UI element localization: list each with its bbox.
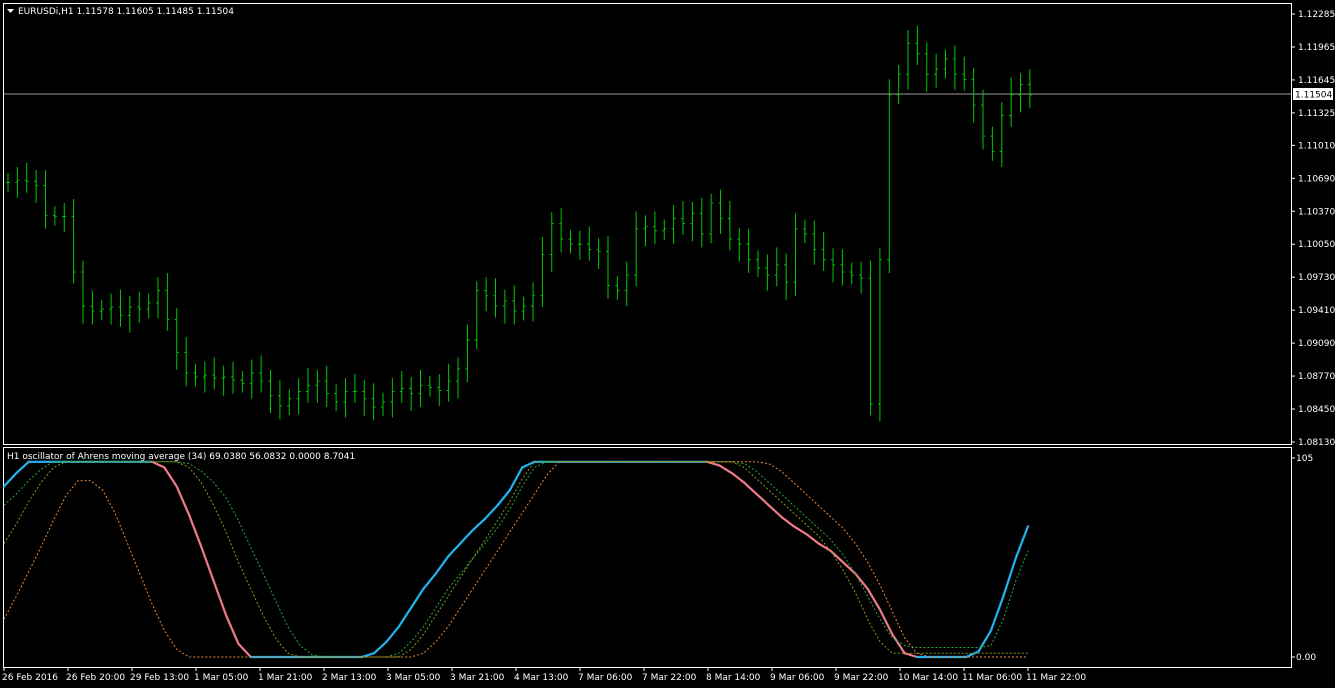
oscillator-main-segment [891, 633, 906, 655]
oscillator-main-segment [163, 466, 178, 488]
price-tick-label: 1.08450 [1298, 405, 1335, 415]
osc-tick-label: 0.00 [1296, 653, 1316, 663]
time-tick-label: 4 Mar 13:00 [514, 673, 569, 683]
oscillator-main-segment [854, 572, 869, 590]
oscillator-main-segment [755, 492, 771, 507]
oscillator-main-segment [373, 640, 388, 655]
time-tick-label: 11 Mar 22:00 [1026, 673, 1086, 683]
price-tick-label: 1.08130 [1298, 438, 1335, 448]
oscillator-signal-olive-line [3, 461, 1028, 658]
time-tick-label: 26 Feb 20:00 [66, 673, 125, 683]
oscillator-main-segment [989, 595, 1005, 632]
time-tick-label: 7 Mar 22:00 [642, 673, 697, 683]
oscillator-main-segment [150, 460, 166, 469]
price-tick-label: 1.10370 [1298, 207, 1335, 217]
oscillator-main-segment [792, 525, 808, 535]
oscillator-main-segment [780, 515, 795, 528]
oscillator-main-segment [15, 460, 30, 475]
oscillator-main-segment [718, 464, 734, 475]
price-tick-label: 1.11965 [1298, 43, 1335, 53]
oscillator-main-segment [200, 545, 215, 583]
oscillator-main-segment [397, 606, 413, 628]
last-price-value: 1.11504 [1295, 91, 1332, 101]
last-price-tag: 1.11504 [1293, 88, 1333, 101]
oscillator-main-segment [521, 460, 536, 469]
oscillator-main-segment [1014, 525, 1030, 560]
time-tick-label: 29 Feb 13:00 [130, 673, 189, 683]
oscillator-main-segment [410, 587, 425, 609]
triangle-down-icon[interactable] [7, 9, 14, 13]
oscillator-main-segment [422, 572, 437, 590]
oscillator-main-segment [237, 642, 252, 659]
oscillator-main-segment [360, 652, 376, 659]
price-tick-label: 1.12285 [1298, 10, 1335, 20]
oscillator-main-segment [730, 472, 746, 484]
time-tick-label: 1 Mar 05:00 [194, 673, 249, 683]
price-tick-label: 1.11325 [1298, 109, 1335, 119]
oscillator-main-segment [743, 481, 758, 496]
indicator-pane-frame [3, 447, 1292, 668]
price-pane-frame [3, 3, 1292, 445]
oscillator-main-segment [977, 629, 993, 653]
time-tick-label: 1 Mar 21:00 [258, 673, 313, 683]
oscillator-main-segment [1002, 557, 1017, 598]
chart-canvas: EURUSDi,H1 1.11578 1.11605 1.11485 1.115… [2, 3, 1335, 683]
symbol-header: EURUSDi,H1 1.11578 1.11605 1.11485 1.115… [18, 7, 234, 17]
time-tick-label: 11 Mar 06:00 [962, 673, 1022, 683]
oscillator-main-segment [508, 466, 524, 492]
price-axis: 1.12285 1.11965 1.11645 1.11325 1.11010 1.106… [1291, 10, 1335, 448]
oscillator-main-segment [187, 513, 203, 549]
oscillator-main-segment [767, 504, 783, 518]
price-tick-label: 1.09410 [1298, 306, 1335, 316]
price-tick-label: 1.11010 [1298, 141, 1335, 151]
oscillator-main-segment [175, 485, 191, 516]
time-tick-label: 8 Mar 14:00 [706, 673, 761, 683]
oscillator-main-segment [212, 580, 228, 617]
oscillator-main-segment [2, 472, 18, 488]
price-tick-label: 1.09730 [1298, 273, 1335, 283]
oscillator-main-segment [447, 542, 462, 558]
oscillator-main-segment [903, 652, 919, 659]
indicator-header: H1 oscillator of Ahrens moving average (… [7, 452, 355, 462]
time-axis: 26 Feb 2016 26 Feb 20:00 29 Feb 13:00 1 Mar… [2, 667, 1086, 683]
oscillator-main-segment [471, 517, 487, 532]
time-tick-label: 3 Mar 05:00 [386, 673, 441, 683]
oscillator-main-segment [496, 489, 511, 507]
price-tick-label: 1.08770 [1298, 372, 1335, 382]
oscillator-main-segment [224, 614, 240, 645]
osc-tick-label: 105 [1296, 454, 1313, 464]
price-tick-label: 1.11645 [1298, 76, 1335, 86]
time-tick-label: 2 Mar 13:00 [322, 673, 377, 683]
oscillator-main-segment [804, 532, 820, 545]
time-tick-label: 3 Mar 21:00 [450, 673, 505, 683]
time-tick-label: 26 Feb 2016 [2, 673, 58, 683]
price-tick-label: 1.09090 [1298, 339, 1335, 349]
oscillator-lines [2, 460, 1030, 659]
oscillator-main-segment [459, 528, 474, 545]
price-bars [6, 25, 1032, 422]
oscillator-main-segment [385, 625, 400, 643]
price-tick-label: 1.10690 [1298, 174, 1335, 184]
oscillator-main-segment [706, 460, 721, 467]
time-tick-label: 7 Mar 06:00 [578, 673, 633, 683]
oscillator-main-segment [878, 608, 894, 636]
oscillator-main-segment [965, 650, 980, 659]
oscillator-main-segment [434, 555, 450, 575]
oscillator-main-segment [817, 542, 832, 552]
price-tick-label: 1.10050 [1298, 240, 1335, 250]
time-tick-label: 9 Mar 06:00 [770, 673, 825, 683]
oscillator-main-segment [484, 504, 499, 520]
indicator-axis: 105 0.00 [1291, 454, 1316, 663]
time-tick-label: 9 Mar 22:00 [834, 673, 889, 683]
time-tick-label: 10 Mar 14:00 [898, 673, 958, 683]
